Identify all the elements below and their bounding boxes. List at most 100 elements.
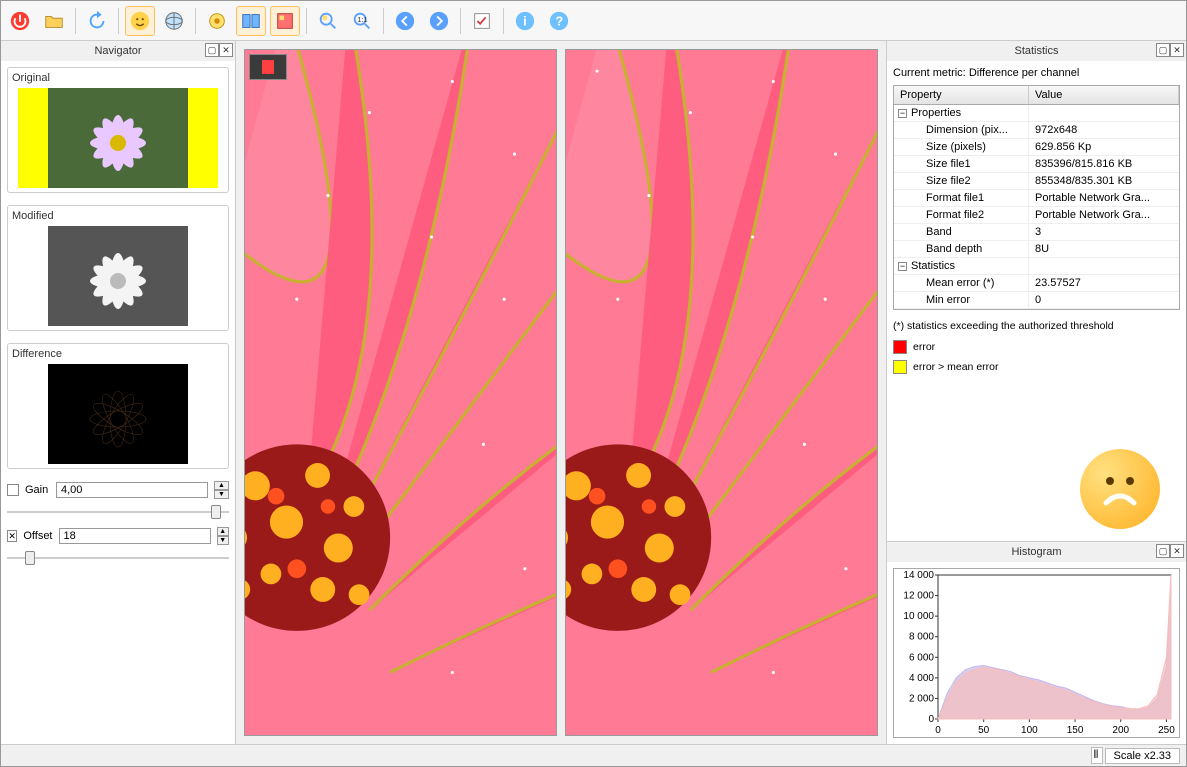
col-value[interactable]: Value — [1029, 86, 1179, 104]
gt-mean-swatch — [893, 360, 907, 374]
stats-row[interactable]: Band3 — [894, 224, 1179, 241]
stats-rows[interactable]: −PropertiesDimension (pix...972x648Size … — [894, 105, 1179, 309]
face-happy-button[interactable] — [125, 6, 155, 36]
original-group: Original — [7, 67, 229, 193]
current-metric: Current metric: Difference per channel — [893, 67, 1180, 79]
gain-checkbox[interactable] — [7, 484, 19, 496]
offset-input[interactable] — [59, 528, 211, 544]
toolbar-separator — [75, 8, 76, 34]
offset-slider[interactable] — [7, 549, 229, 567]
stats-row[interactable]: Min error0 — [894, 292, 1179, 309]
statistics-body: Current metric: Difference per channel P… — [887, 61, 1186, 541]
navigator-title: Navigator — [94, 45, 141, 57]
difference-group: Difference — [7, 343, 229, 469]
error-swatch — [893, 340, 907, 354]
help-button[interactable]: ? — [544, 6, 574, 36]
statistics-title: Statistics — [1014, 45, 1058, 57]
svg-text:200: 200 — [1112, 725, 1129, 736]
modified-group: Modified — [7, 205, 229, 331]
stats-table: Property Value −PropertiesDimension (pix… — [893, 85, 1180, 310]
scale-display: Scale x2.33 — [1105, 748, 1180, 764]
toolbar-separator — [118, 8, 119, 34]
close-icon[interactable]: ✕ — [219, 43, 233, 57]
dock-icon[interactable]: ▢ — [205, 43, 219, 57]
sad-face-icon — [1080, 449, 1160, 529]
svg-text:14 000: 14 000 — [903, 570, 934, 581]
validate-button[interactable] — [467, 6, 497, 36]
legend-error: error — [913, 341, 935, 353]
stats-row[interactable]: Size (pixels)629.856 Kp — [894, 139, 1179, 156]
stats-row[interactable]: Size file1835396/815.816 KB — [894, 156, 1179, 173]
globe-button[interactable] — [159, 6, 189, 36]
navigator-panel: Navigator ▢ ✕ Original — [1, 41, 236, 744]
dock-icon[interactable]: ▢ — [1156, 43, 1170, 57]
offset-step-up[interactable]: ▲ — [217, 527, 230, 536]
zoom-home-button[interactable]: 1:1 — [347, 6, 377, 36]
statistics-header: Statistics ▢ ✕ — [887, 41, 1186, 61]
offset-row: ✕ Offset ▲▼ — [7, 527, 229, 545]
offset-label: Offset — [23, 530, 52, 542]
svg-text:150: 150 — [1067, 725, 1084, 736]
histogram-canvas[interactable]: 14 00012 00010 0008 0006 0004 0002 00000… — [893, 568, 1180, 738]
dual-view-button[interactable] — [236, 6, 266, 36]
main-toolbar: 1:1 i ? — [1, 1, 1186, 41]
svg-text:100: 100 — [1021, 725, 1038, 736]
toolbar-separator — [503, 8, 504, 34]
stats-row[interactable]: Dimension (pix...972x648 — [894, 122, 1179, 139]
nav-forward-button[interactable] — [424, 6, 454, 36]
refresh-button[interactable] — [82, 6, 112, 36]
modified-thumbnail[interactable] — [12, 226, 224, 326]
dock-icon[interactable]: ▢ — [1156, 544, 1170, 558]
info-button[interactable]: i — [510, 6, 540, 36]
original-thumbnail[interactable] — [12, 88, 224, 188]
svg-text:50: 50 — [978, 725, 990, 736]
svg-text:4 000: 4 000 — [909, 673, 934, 684]
status-grip: ⦀ — [1091, 747, 1103, 764]
modified-label: Modified — [12, 210, 224, 222]
open-button[interactable] — [39, 6, 69, 36]
svg-text:1:1: 1:1 — [357, 14, 367, 23]
gain-input[interactable] — [56, 482, 208, 498]
original-label: Original — [12, 72, 224, 84]
stats-row[interactable]: Mean error (*)23.57527 — [894, 275, 1179, 292]
target-button[interactable] — [202, 6, 232, 36]
difference-label: Difference — [12, 348, 224, 360]
stats-group[interactable]: −Properties — [894, 105, 1179, 122]
view-pane-left[interactable] — [244, 49, 557, 736]
legend-gt-mean: error > mean error — [913, 361, 999, 373]
col-property[interactable]: Property — [894, 86, 1029, 104]
gain-row: Gain ▲▼ — [7, 481, 229, 499]
toolbar-separator — [383, 8, 384, 34]
power-button[interactable] — [5, 6, 35, 36]
threshold-note: (*) statistics exceeding the authorized … — [893, 320, 1180, 332]
svg-text:10 000: 10 000 — [903, 611, 934, 622]
view-pane-right[interactable] — [565, 49, 878, 736]
offset-step-down[interactable]: ▼ — [217, 536, 230, 545]
stats-row[interactable]: Format file2Portable Network Gra... — [894, 207, 1179, 224]
close-icon[interactable]: ✕ — [1170, 43, 1184, 57]
stats-row[interactable]: Format file1Portable Network Gra... — [894, 190, 1179, 207]
svg-text:?: ? — [555, 13, 563, 28]
stats-group[interactable]: −Statistics — [894, 258, 1179, 275]
right-panel: Statistics ▢ ✕ Current metric: Differenc… — [886, 41, 1186, 744]
gain-label: Gain — [25, 484, 50, 496]
gain-step-up[interactable]: ▲ — [214, 481, 229, 490]
toolbar-separator — [460, 8, 461, 34]
nav-back-button[interactable] — [390, 6, 420, 36]
flower-image — [566, 50, 877, 735]
offset-checkbox[interactable]: ✕ — [7, 530, 17, 542]
stats-row[interactable]: Band depth8U — [894, 241, 1179, 258]
highlight-button[interactable] — [270, 6, 300, 36]
difference-thumbnail[interactable] — [12, 364, 224, 464]
status-bar: ⦀ Scale x2.33 — [1, 744, 1186, 766]
gain-step-down[interactable]: ▼ — [214, 490, 229, 499]
stats-row[interactable]: Size file2855348/835.301 KB — [894, 173, 1179, 190]
zoom-region-button[interactable] — [313, 6, 343, 36]
toolbar-separator — [306, 8, 307, 34]
gain-slider[interactable] — [7, 503, 229, 521]
svg-text:12 000: 12 000 — [903, 591, 934, 602]
svg-text:6 000: 6 000 — [909, 652, 934, 663]
svg-text:0: 0 — [935, 725, 941, 736]
viewport-overlay[interactable] — [249, 54, 287, 80]
close-icon[interactable]: ✕ — [1170, 544, 1184, 558]
